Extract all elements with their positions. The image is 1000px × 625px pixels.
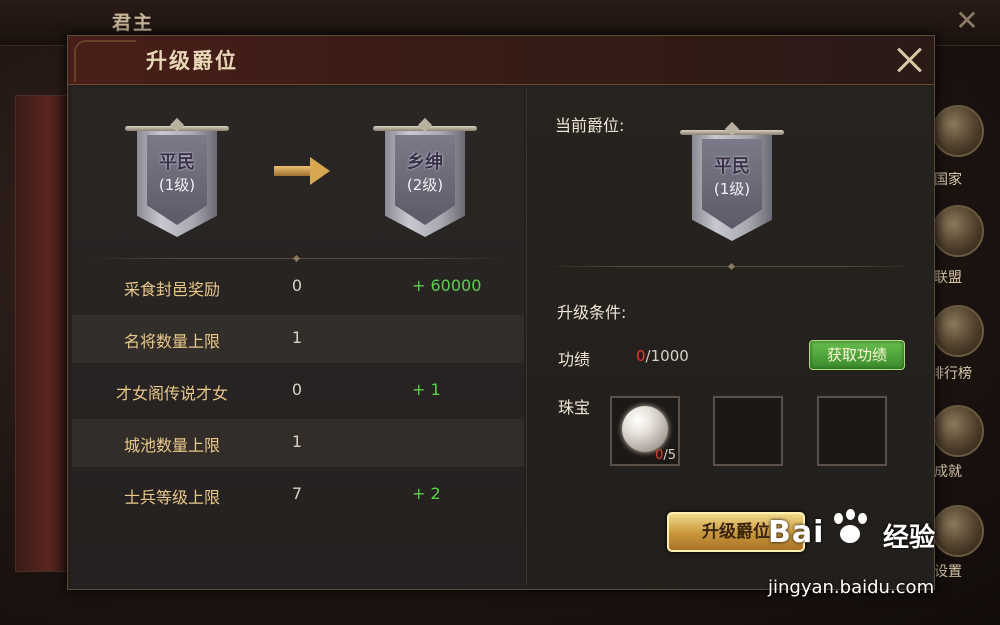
side-menu-label: 成就 bbox=[934, 464, 962, 480]
upgrade-title-dialog: 升级爵位 平民 (1级) 乡绅 (2级) 采食封邑奖励 0 + 60000 名将… bbox=[67, 35, 935, 590]
banner-rank-level: (1级) bbox=[713, 180, 751, 198]
background-close-icon[interactable]: ✕ bbox=[954, 7, 980, 35]
banner-rank-name: 乡绅 bbox=[407, 152, 443, 173]
reward-current: 1 bbox=[291, 328, 303, 347]
banner-rank-name: 平民 bbox=[714, 156, 750, 177]
merit-have: 0 bbox=[636, 347, 646, 365]
reward-current: 7 bbox=[291, 484, 303, 503]
table-row: 士兵等级上限 7 + 2 bbox=[72, 471, 524, 519]
jewel-slot-2[interactable] bbox=[713, 396, 783, 466]
watermark-logo-text: 经验 bbox=[883, 523, 936, 553]
side-menu-item-ranking[interactable]: 排行榜 bbox=[930, 305, 1000, 395]
reward-bonus: + 2 bbox=[412, 484, 441, 503]
merit-need: /1000 bbox=[645, 347, 689, 365]
table-row: 采食封邑奖励 0 + 60000 bbox=[72, 263, 524, 311]
watermark-logo: Bai bbox=[768, 515, 825, 550]
dialog-title: 升级爵位 bbox=[146, 48, 238, 73]
reward-bonus: + 1 bbox=[412, 380, 441, 399]
banner-rank-level: (1级) bbox=[158, 176, 196, 194]
jewel-slot-1[interactable]: 0/5 bbox=[610, 396, 680, 466]
ranking-icon bbox=[932, 305, 984, 357]
background-hero-portrait bbox=[15, 95, 72, 572]
jewel-need: /5 bbox=[663, 448, 676, 463]
conditions-label: 升级条件: bbox=[557, 303, 627, 322]
side-menu-item-achievement[interactable]: 成就 bbox=[930, 405, 1000, 495]
watermark-url: jingyan.baidu.com bbox=[768, 577, 935, 598]
dialog-header: 升级爵位 bbox=[68, 36, 934, 85]
reward-bonus: + 60000 bbox=[412, 276, 482, 295]
table-row: 才女阁传说才女 0 + 1 bbox=[72, 367, 524, 415]
side-menu-item-country[interactable]: 国家 bbox=[930, 105, 1000, 195]
jewel-slot-3[interactable] bbox=[817, 396, 887, 466]
next-rank-banner: 乡绅 (2级) bbox=[373, 117, 477, 240]
reward-current: 1 bbox=[291, 432, 303, 451]
reward-name: 城池数量上限 bbox=[123, 436, 220, 455]
current-rank-banner: 平民 (1级) bbox=[125, 117, 229, 240]
alliance-helmet-icon bbox=[932, 205, 984, 257]
side-menu-label: 联盟 bbox=[934, 270, 962, 286]
reward-name: 才女阁传说才女 bbox=[115, 384, 228, 403]
side-menu-label: 排行榜 bbox=[930, 366, 972, 382]
reward-name: 士兵等级上限 bbox=[123, 488, 220, 507]
pearl-icon bbox=[622, 406, 668, 452]
get-merit-button[interactable]: 获取功绩 bbox=[809, 340, 905, 370]
close-icon[interactable] bbox=[894, 44, 926, 76]
arrow-right-icon bbox=[274, 157, 330, 185]
table-row: 城池数量上限 1 bbox=[72, 419, 524, 467]
achievement-icon bbox=[932, 405, 984, 457]
castle-icon bbox=[932, 105, 984, 157]
baidu-watermark: Bai 经验 jingyan.baidu.com bbox=[768, 509, 988, 615]
side-menu-label: 国家 bbox=[934, 172, 962, 188]
paw-icon bbox=[830, 509, 870, 549]
current-title-banner: 平民 (1级) bbox=[680, 121, 784, 244]
reward-name: 采食封邑奖励 bbox=[123, 280, 220, 299]
merit-progress: 0/1000 bbox=[636, 347, 689, 365]
merit-label: 功绩 bbox=[558, 350, 591, 369]
jewel-label: 珠宝 bbox=[558, 398, 591, 417]
reward-current: 0 bbox=[291, 276, 303, 295]
background-window-title: 君主 bbox=[112, 12, 155, 34]
reward-name: 名将数量上限 bbox=[123, 332, 220, 351]
jewel-count: 0/5 bbox=[655, 448, 676, 463]
banner-rank-name: 平民 bbox=[159, 152, 195, 173]
header-ornament bbox=[74, 40, 136, 82]
current-title-label: 当前爵位: bbox=[555, 116, 625, 135]
table-row: 名将数量上限 1 bbox=[72, 315, 524, 363]
side-menu-item-alliance[interactable]: 联盟 bbox=[930, 205, 1000, 295]
banner-rank-level: (2级) bbox=[406, 176, 444, 194]
reward-current: 0 bbox=[291, 380, 303, 399]
